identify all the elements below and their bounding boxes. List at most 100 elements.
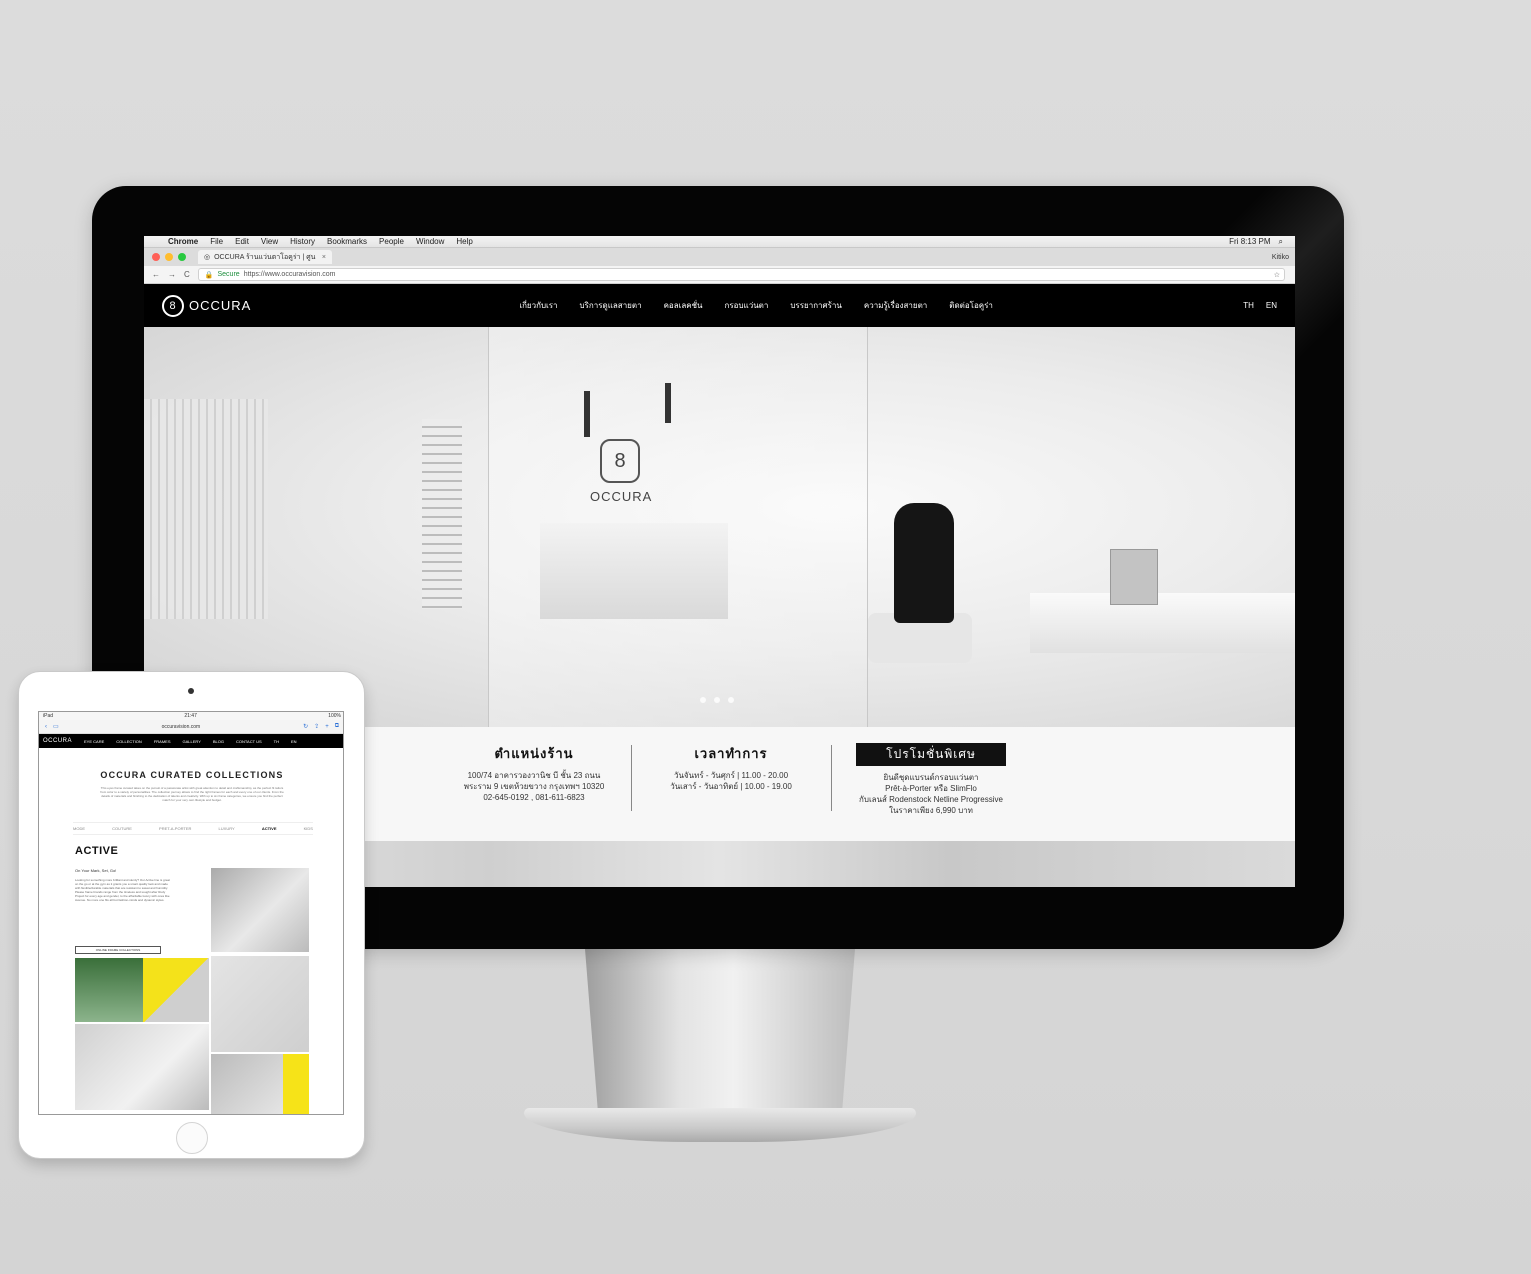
location-block: ตำแหน่งร้าน 100/74 อาคารวองวานิช บี ชั้น…	[434, 743, 634, 803]
nav-gallery[interactable]: บรรยากาศร้าน	[790, 299, 842, 312]
filter-tab[interactable]: MODE	[73, 826, 85, 831]
location-phone[interactable]: 02-645-0192 , 081-611-6823	[434, 792, 634, 803]
logo-text: OCCURA	[189, 298, 252, 313]
ipad-reload-icon[interactable]: ↻	[303, 723, 308, 730]
gallery-tile-frames[interactable]	[211, 956, 309, 1052]
filter-tab[interactable]: PRET-A-PORTER	[159, 826, 191, 831]
ipad-nav-item[interactable]: CONTACT US	[236, 739, 262, 744]
gallery-tile-yellow-glasses[interactable]	[143, 958, 209, 1022]
ipad-subtitle: On Your Mark, Set, Go!	[75, 868, 117, 873]
ipad-nav-item[interactable]: GALLERY	[182, 739, 200, 744]
nav-contact[interactable]: ติดต่อโอคูร่า	[949, 299, 993, 312]
ipad-back-icon[interactable]: ‹	[45, 724, 47, 730]
location-line: 100/74 อาคารวองวานิช บี ชั้น 23 ถนน	[467, 771, 601, 780]
menu-file[interactable]: File	[210, 237, 223, 246]
ipad-add-tab-icon[interactable]: +	[325, 724, 329, 730]
lang-th[interactable]: TH	[1243, 301, 1254, 310]
tab-close-icon[interactable]: ×	[322, 254, 326, 261]
hero-slider[interactable]: 8 OCCURA	[144, 327, 1295, 727]
secure-label: Secure	[217, 271, 240, 278]
filter-tab-active[interactable]: ACTIVE	[262, 826, 277, 831]
close-window-icon[interactable]	[152, 253, 160, 261]
slider-dot[interactable]	[700, 697, 706, 703]
nav-knowledge[interactable]: ความรู้เรื่องสายตา	[864, 299, 927, 312]
ipad-home-button[interactable]	[176, 1122, 208, 1154]
browser-tab[interactable]: ◎ OCCURA ร้านแว่นตาโอคูร่า | ศูน ×	[198, 250, 332, 264]
ipad-share-icon[interactable]: ⇪	[314, 723, 319, 730]
gallery-tile-sunglasses[interactable]	[211, 1054, 283, 1114]
address-bar[interactable]: 🔒 Secure https://www.occuravision.com ☆	[197, 268, 1285, 281]
ipad-url[interactable]: occuravision.com	[65, 724, 297, 730]
site-logo[interactable]: 8 OCCURA	[162, 294, 252, 317]
ipad-camera-icon	[188, 688, 194, 694]
nav-frames[interactable]: กรอบแว่นตา	[725, 299, 769, 312]
site-nav: 8 OCCURA เกี่ยวกับเรา บริการดูแลสายตา คอ…	[144, 284, 1295, 327]
filter-tab[interactable]: LUXURY	[219, 826, 235, 831]
divider	[831, 745, 832, 811]
forward-icon[interactable]: →	[168, 270, 176, 279]
location-title: ตำแหน่งร้าน	[494, 746, 574, 761]
ipad-battery: 100%	[328, 713, 341, 719]
ipad-nav-item[interactable]: TH	[274, 739, 279, 744]
reload-icon[interactable]: C	[184, 270, 190, 279]
ipad-nav-item[interactable]: EYE CARE	[84, 739, 104, 744]
location-line: พระราม 9 เขตห้วยขวาง กรุงเทพฯ 10320	[463, 782, 605, 791]
hours-title: เวลาทำการ	[694, 746, 768, 761]
nav-eye-care[interactable]: บริการดูแลสายตา	[580, 299, 642, 312]
promo-title[interactable]: โปรโมชั่นพิเศษ	[856, 743, 1006, 766]
promo-block: โปรโมชั่นพิเศษ ยินดีชุดแบรนด์กรอบแว่นตา …	[836, 743, 1026, 816]
lang-en[interactable]: EN	[1266, 301, 1277, 310]
mac-menubar: Chrome File Edit View History Bookmarks …	[144, 236, 1295, 248]
menu-help[interactable]: Help	[456, 237, 472, 246]
ipad-time: 21:47	[184, 713, 197, 719]
occura-logo-icon: 8	[162, 294, 184, 317]
filter-tab[interactable]: COUTURE	[112, 826, 132, 831]
hours-line: วันเสาร์ - วันอาทิตย์ | 10.00 - 19.00	[670, 782, 792, 791]
nav-links: เกี่ยวกับเรา บริการดูแลสายตา คอลเลคชั่น …	[519, 299, 993, 312]
menu-people[interactable]: People	[379, 237, 404, 246]
back-icon[interactable]: ←	[152, 270, 160, 279]
menu-edit[interactable]: Edit	[235, 237, 249, 246]
gallery-tile-model[interactable]	[75, 958, 143, 1022]
ipad-section-title: ACTIVE	[75, 845, 119, 857]
ipad-tabs-icon[interactable]: ⧉	[335, 723, 339, 730]
bookmark-star-icon[interactable]: ☆	[1274, 271, 1284, 279]
ipad-safari-bar: ‹ ▭ occuravision.com ↻ ⇪ + ⧉	[39, 720, 343, 734]
menu-view[interactable]: View	[261, 237, 278, 246]
ipad-bookmarks-icon[interactable]: ▭	[53, 723, 59, 730]
gallery-tile-yellow[interactable]	[283, 1054, 309, 1114]
promo-line: ยินดีชุดแบรนด์กรอบแว่นตา	[883, 773, 979, 782]
ipad-site-nav: OCCURA EYE CARE COLLECTION FRAMES GALLER…	[39, 734, 343, 748]
exam-chair	[894, 503, 954, 623]
slider-dot[interactable]	[714, 697, 720, 703]
gallery-tile-glasses[interactable]	[211, 868, 309, 952]
menu-window[interactable]: Window	[416, 237, 444, 246]
minimize-window-icon[interactable]	[165, 253, 173, 261]
nav-collection[interactable]: คอลเลคชั่น	[664, 299, 703, 312]
profile-name[interactable]: Kitiko	[1272, 254, 1295, 261]
nav-about[interactable]: เกี่ยวกับเรา	[519, 299, 557, 312]
menu-bookmarks[interactable]: Bookmarks	[327, 237, 367, 246]
menu-history[interactable]: History	[290, 237, 315, 246]
slider-dot[interactable]	[728, 697, 734, 703]
menubar-clock[interactable]: Fri 8:13 PM	[1229, 237, 1270, 247]
pendant-lamp	[665, 383, 671, 423]
ipad-logo[interactable]: OCCURA	[43, 738, 72, 744]
ipad-intro: This eyes frame curated takes on the pur…	[100, 786, 284, 802]
ipad-nav-item[interactable]: FRAMES	[154, 739, 171, 744]
window-controls	[152, 253, 186, 261]
online-frame-collections-button[interactable]: ONLINE FRAME COLLECTIONS	[75, 946, 161, 954]
hours-line: วันจันทร์ - วันศุกร์ | 11.00 - 20.00	[673, 771, 789, 780]
promo-price: ในราคาเพียง 6,990 บาท	[889, 806, 973, 815]
gallery-tile-tools[interactable]	[75, 1024, 209, 1110]
ipad-nav-item[interactable]: COLLECTION	[116, 739, 142, 744]
zoom-window-icon[interactable]	[178, 253, 186, 261]
lock-icon: 🔒	[204, 271, 214, 279]
filter-tab[interactable]: KIDS	[304, 826, 313, 831]
pendant-lamp	[584, 391, 590, 437]
ipad-nav-item[interactable]: BLOG	[213, 739, 224, 744]
ipad-nav-item[interactable]: EN	[291, 739, 297, 744]
store-wall-logo-text: OCCURA	[590, 489, 653, 504]
spotlight-icon[interactable]: ⌕	[1279, 237, 1283, 247]
app-menu[interactable]: Chrome	[168, 237, 198, 246]
